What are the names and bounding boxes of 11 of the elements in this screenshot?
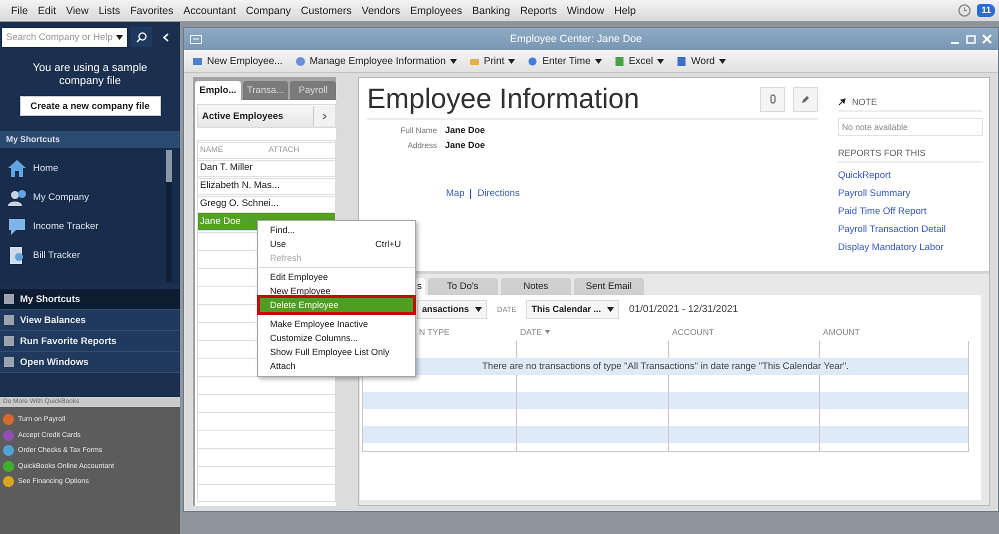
sample-file-notice: You are using a sample company file	[32, 61, 148, 88]
page-heading: Employee Information	[367, 83, 640, 115]
field-label: Address	[406, 141, 437, 150]
field-value: Jane Doe	[445, 125, 486, 135]
date-range: 01/01/2021 - 12/31/2021	[629, 304, 738, 314]
field-value: Jane Doe	[445, 140, 486, 150]
note-header: NOTE	[852, 97, 878, 107]
shortcuts-header: My Shortcuts	[0, 131, 180, 148]
reports-header: REPORTS FOR THIS	[838, 148, 983, 163]
window-title: Employee Center: Jane Doe	[509, 33, 643, 45]
field-label: Full Name	[400, 126, 437, 135]
